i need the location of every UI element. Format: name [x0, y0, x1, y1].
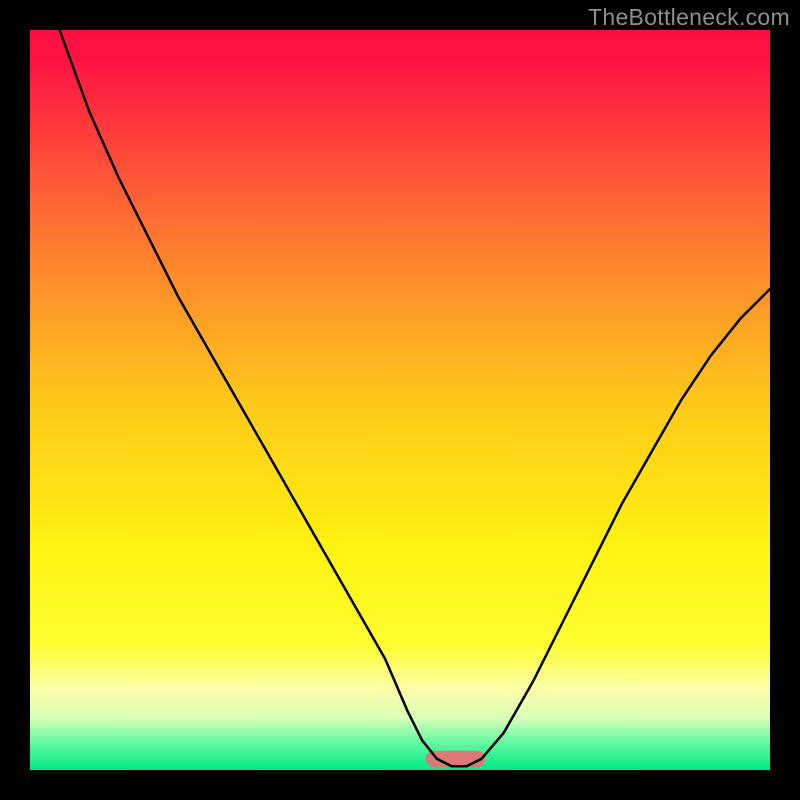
plot-area [30, 30, 770, 770]
watermark-text: TheBottleneck.com [588, 4, 790, 31]
chart-container: TheBottleneck.com [0, 0, 800, 800]
chart-svg [30, 30, 770, 770]
gradient-rect [30, 30, 770, 770]
optimal-marker [426, 751, 485, 767]
